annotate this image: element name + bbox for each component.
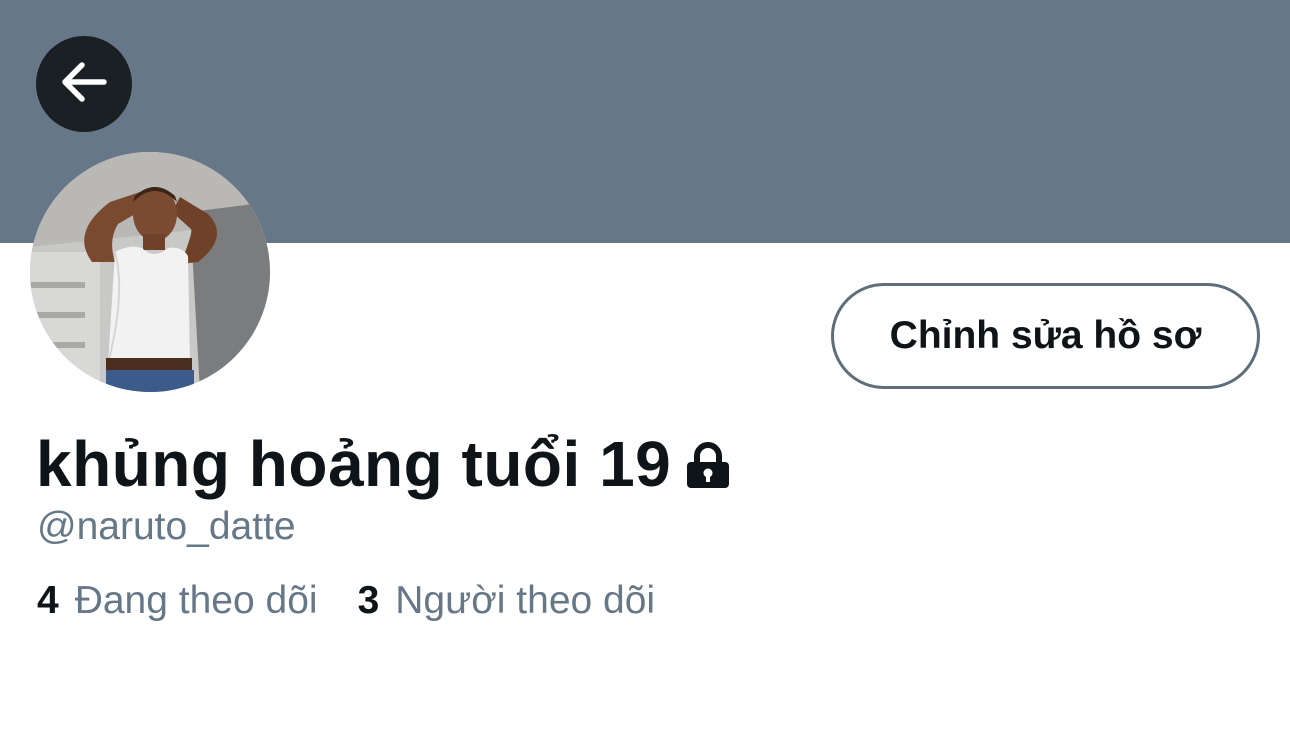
- display-name: khủng hoảng tuổi 19: [36, 428, 672, 500]
- edit-profile-button[interactable]: Chỉnh sửa hồ sơ: [831, 283, 1260, 389]
- followers-link[interactable]: 3 Người theo dõi: [358, 578, 656, 624]
- following-label: Đang theo dõi: [74, 579, 318, 622]
- profile-name-row: khủng hoảng tuổi 19: [36, 424, 731, 504]
- edit-profile-label: Chỉnh sửa hồ sơ: [889, 314, 1202, 357]
- back-button[interactable]: [36, 36, 132, 132]
- followers-label: Người theo dõi: [395, 579, 656, 622]
- followers-count: 3: [357, 579, 380, 622]
- user-handle: @naruto_datte: [37, 505, 296, 548]
- following-link[interactable]: 4 Đang theo dõi: [37, 578, 318, 624]
- avatar[interactable]: [30, 152, 270, 392]
- lock-icon: [685, 442, 731, 490]
- following-count: 4: [37, 579, 59, 622]
- arrow-left-icon: [58, 56, 110, 113]
- follow-stats: 4 Đang theo dõi 3 Người theo dõi: [37, 578, 655, 624]
- profile-page: Chỉnh sửa hồ sơ khủng hoảng tuổi 19 @nar…: [0, 0, 1290, 745]
